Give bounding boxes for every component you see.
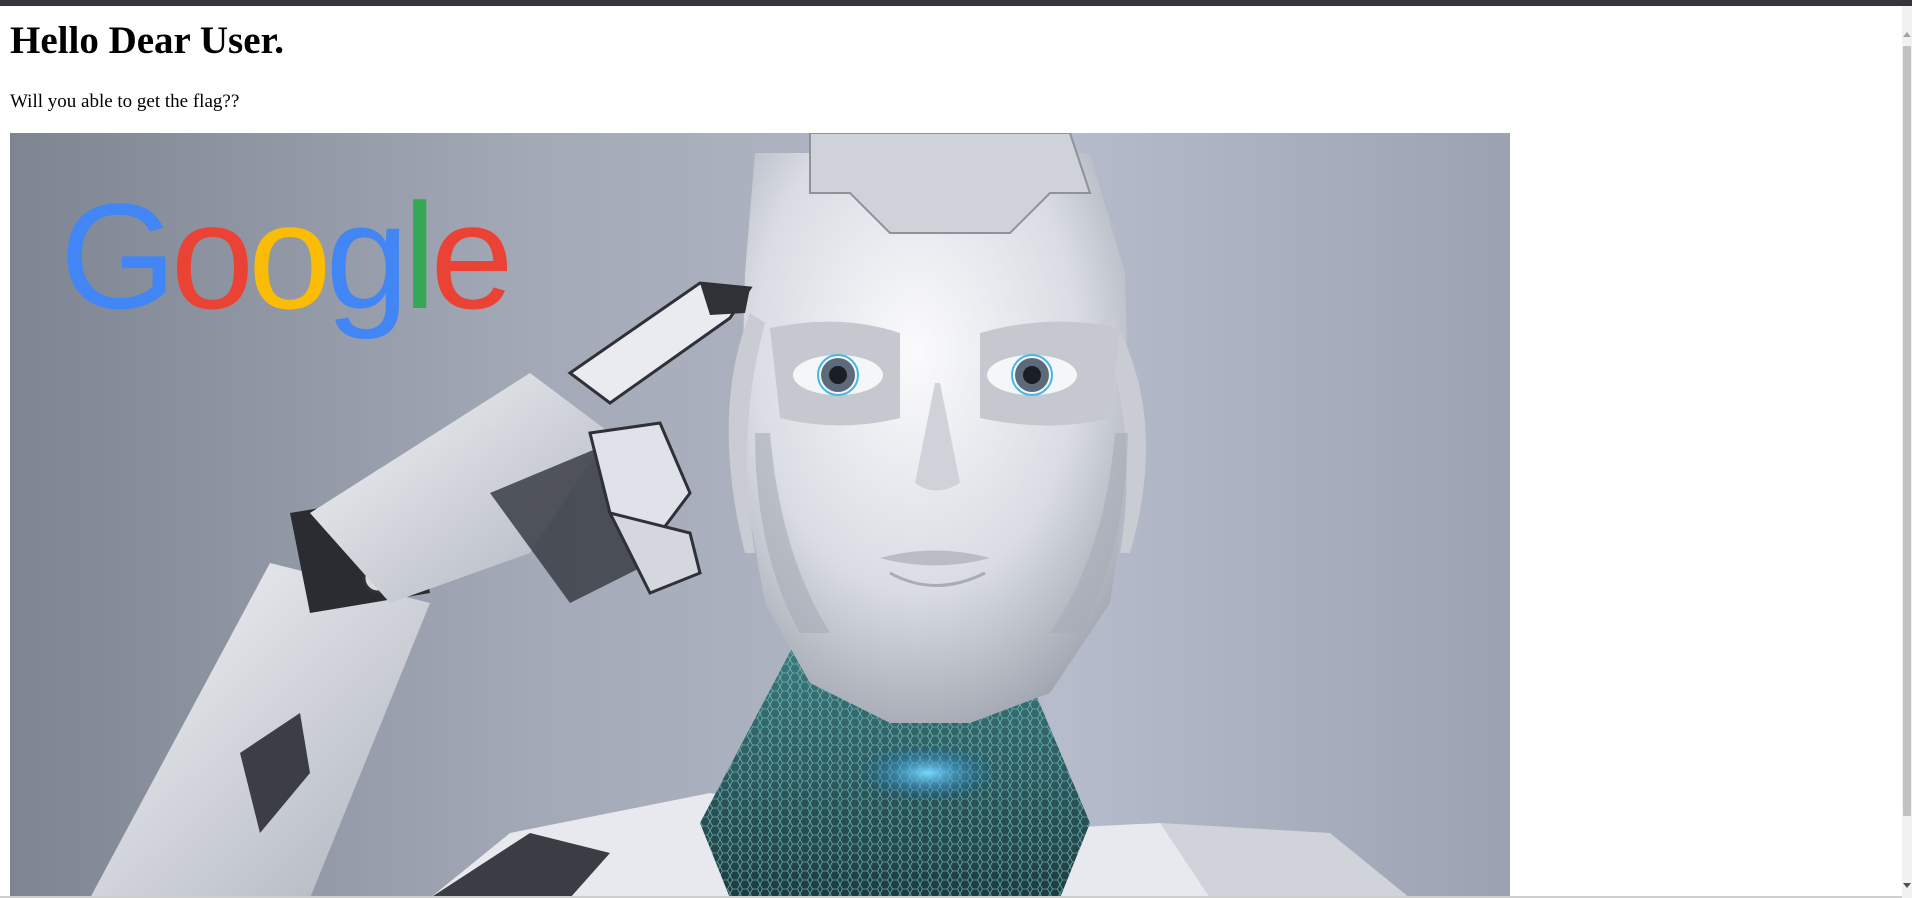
vertical-scrollbar[interactable]: [1902, 6, 1912, 898]
page-subtitle: Will you able to get the flag??: [10, 91, 240, 112]
robot-illustration: Google: [10, 133, 1510, 898]
page-content: Hello Dear User. Will you able to get th…: [10, 6, 1890, 898]
google-logo: Google: [60, 172, 508, 340]
scrollbar-thumb[interactable]: [1903, 46, 1911, 816]
scroll-up-arrow-icon[interactable]: [1903, 32, 1911, 37]
hero-image: Google: [10, 133, 1510, 898]
scroll-down-arrow-icon[interactable]: [1903, 883, 1911, 888]
page-heading: Hello Dear User.: [10, 19, 285, 62]
